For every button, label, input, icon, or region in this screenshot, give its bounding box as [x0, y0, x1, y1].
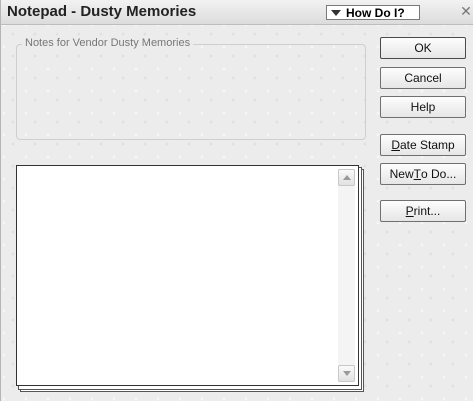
- window-title: Notepad - Dusty Memories: [7, 3, 197, 20]
- new-to-do-label-pre: New: [389, 167, 414, 181]
- scroll-up-button[interactable]: [338, 169, 355, 186]
- notes-group-box: [16, 44, 366, 140]
- how-do-i-dropdown[interactable]: How Do I?: [326, 5, 420, 20]
- chevron-down-icon: [342, 371, 351, 376]
- date-stamp-label-post: ate Stamp: [399, 138, 455, 152]
- vertical-scrollbar[interactable]: [338, 169, 355, 382]
- cancel-button-label: Cancel: [404, 71, 442, 85]
- new-to-do-label-post: o Do...: [421, 167, 457, 181]
- how-do-i-label: How Do I?: [346, 5, 405, 20]
- new-to-do-accelerator: T: [413, 167, 421, 181]
- date-stamp-accelerator: D: [391, 138, 400, 152]
- new-to-do-button[interactable]: New To Do...: [380, 163, 466, 185]
- help-button-label: Help: [410, 100, 436, 114]
- ok-button-label: OK: [414, 41, 432, 55]
- chevron-up-icon: [342, 175, 351, 180]
- close-icon[interactable]: ✕: [459, 5, 473, 19]
- cancel-button[interactable]: Cancel: [380, 67, 466, 89]
- notes-group-label: Notes for Vendor Dusty Memories: [22, 37, 194, 49]
- notepad-window: Notepad - Dusty Memories How Do I? ✕ Not…: [0, 0, 473, 401]
- print-label-post: rint...: [413, 204, 441, 218]
- print-button[interactable]: Print...: [380, 200, 466, 222]
- help-button[interactable]: Help: [380, 96, 466, 118]
- dropdown-arrow-icon: [331, 9, 341, 16]
- ok-button[interactable]: OK: [380, 37, 466, 59]
- notes-text-area[interactable]: [16, 165, 359, 386]
- scroll-down-button[interactable]: [338, 365, 355, 382]
- date-stamp-button[interactable]: Date Stamp: [380, 134, 466, 156]
- print-accelerator: P: [405, 204, 414, 218]
- title-bar: Notepad - Dusty Memories How Do I? ✕: [1, 0, 473, 25]
